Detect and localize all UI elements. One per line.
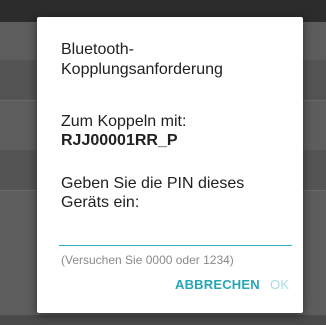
screen: Bluetooth- Kopplungsanforderung Zum Kopp… (0, 0, 326, 325)
bluetooth-pairing-dialog: Bluetooth- Kopplungsanforderung Zum Kopp… (37, 17, 303, 313)
background-bottom-bar (0, 315, 326, 325)
pair-with-label: Zum Koppeln mit: (61, 113, 187, 130)
pin-prompt: Geben Sie die PIN dieses Geräts ein: (61, 175, 245, 211)
ok-button[interactable]: OK (270, 277, 289, 293)
dialog-title: Bluetooth- Kopplungsanforderung (61, 41, 223, 78)
pin-hint: (Versuchen Sie 0000 oder 1234) (61, 253, 234, 267)
cancel-button[interactable]: ABBRECHEN (175, 277, 260, 293)
device-name: RJJ00001RR_P (61, 132, 178, 149)
pin-input[interactable] (59, 225, 292, 246)
